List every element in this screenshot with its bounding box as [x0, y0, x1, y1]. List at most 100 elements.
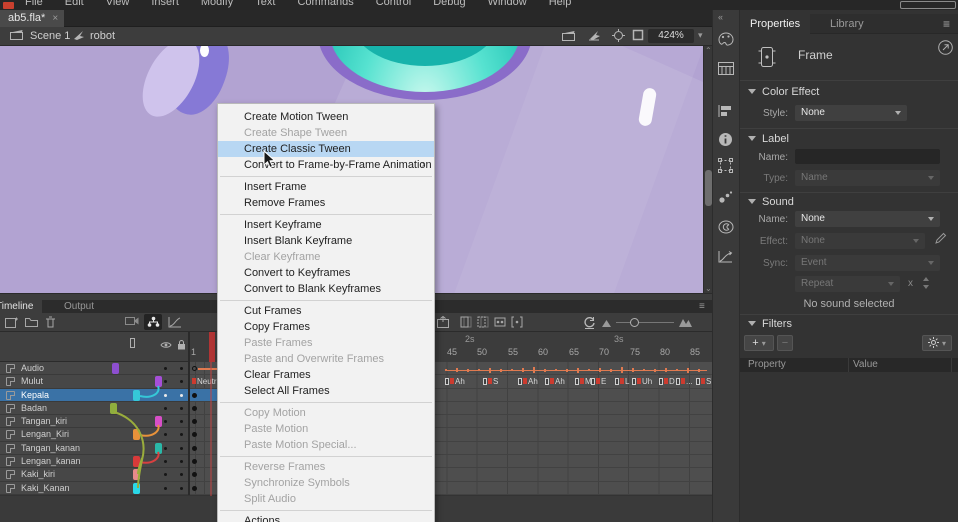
layer-row-kaki-kiri[interactable]: Kaki_kiri	[0, 468, 188, 481]
menu-control[interactable]: Control	[365, 0, 422, 8]
label-name-input[interactable]	[795, 149, 940, 164]
layer-name[interactable]: Tangan_kiri	[21, 415, 67, 428]
close-icon[interactable]: ×	[52, 13, 58, 24]
chevron-down-icon[interactable]: ▾	[698, 30, 703, 41]
tab-output[interactable]: Output	[55, 300, 103, 313]
context-menu-item-remove-frames[interactable]: Remove Frames	[218, 195, 434, 211]
circular-arrow-icon[interactable]	[938, 40, 953, 55]
scrollbar-thumb[interactable]	[705, 170, 712, 206]
search-input[interactable]	[900, 1, 956, 9]
layer-row-kepala[interactable]: Kepala	[0, 389, 188, 402]
menu-view[interactable]: View	[95, 0, 141, 8]
context-menu-item-insert-frame[interactable]: Insert Frame	[218, 179, 434, 195]
layer-row-lengan-kanan[interactable]: Lengan_kanan	[0, 455, 188, 468]
layer-parent-swatch[interactable]	[110, 403, 117, 414]
document-tab[interactable]: ab5.fla*×	[0, 10, 64, 27]
layer-visibility-dot[interactable]	[164, 380, 167, 383]
zoom-level[interactable]: 424%	[648, 29, 694, 43]
section-label[interactable]: Label	[748, 133, 789, 145]
section-color-effect[interactable]: Color Effect	[748, 86, 819, 98]
section-sound[interactable]: Sound	[748, 196, 794, 208]
timeline-zoom-slider-track[interactable]	[616, 322, 674, 323]
loop-icon[interactable]	[583, 316, 596, 329]
layer-parent-swatch[interactable]	[155, 443, 162, 454]
layer-name[interactable]: Badan	[21, 402, 47, 415]
brush-library-panel-icon[interactable]	[718, 190, 733, 204]
layer-lock-dot[interactable]	[180, 394, 183, 397]
context-menu-item-insert-keyframe[interactable]: Insert Keyframe	[218, 217, 434, 233]
context-menu-item-convert-to-blank-keyframes[interactable]: Convert to Blank Keyframes	[218, 281, 434, 297]
layer-row-tangan-kiri[interactable]: Tangan_kiri	[0, 415, 188, 428]
menu-file[interactable]: File	[14, 0, 54, 8]
edit-sound-pencil-icon[interactable]	[934, 232, 947, 245]
history-panel-icon[interactable]	[718, 250, 733, 263]
context-menu-item-convert-to-frame-by-frame-animation[interactable]: Convert to Frame-by-Frame Animation›	[218, 157, 434, 173]
menu-modify[interactable]: Modify	[190, 0, 244, 8]
context-menu-item-create-motion-tween[interactable]: Create Motion Tween	[218, 109, 434, 125]
layer-name[interactable]: Lengan_kanan	[21, 455, 81, 468]
layer-name[interactable]: Kaki_Kanan	[21, 482, 70, 495]
layer-row-audio[interactable]: Audio	[0, 362, 188, 375]
layer-visibility-dot[interactable]	[164, 433, 167, 436]
tab-timeline[interactable]: Timeline	[0, 300, 42, 313]
menu-commands[interactable]: Commands	[286, 0, 364, 8]
layer-visibility-dot[interactable]	[164, 447, 167, 450]
layer-lock-dot[interactable]	[180, 420, 183, 423]
layer-parent-swatch[interactable]	[133, 456, 140, 467]
layer-lock-dot[interactable]	[180, 367, 183, 370]
layer-visibility-dot[interactable]	[164, 367, 167, 370]
layer-name[interactable]: Audio	[21, 362, 44, 375]
onion-skin-icon[interactable]	[460, 316, 472, 328]
add-filter-button[interactable]: + ▾	[744, 335, 774, 351]
context-menu-item-copy-frames[interactable]: Copy Frames	[218, 319, 434, 335]
delete-layer-icon[interactable]	[45, 316, 56, 328]
layer-lock-dot[interactable]	[180, 407, 183, 410]
swatches-panel-icon[interactable]	[718, 62, 734, 75]
tab-library[interactable]: Library	[820, 14, 874, 34]
layer-lock-dot[interactable]	[180, 447, 183, 450]
layer-name[interactable]: Tangan_kanan	[21, 442, 80, 455]
onion-skin-outline-icon[interactable]	[477, 316, 489, 328]
context-menu-item-cut-frames[interactable]: Cut Frames	[218, 303, 434, 319]
color-panel-icon[interactable]	[718, 32, 734, 47]
section-filters[interactable]: Filters	[748, 318, 792, 330]
clip-content-icon[interactable]	[632, 29, 644, 41]
align-panel-icon[interactable]	[718, 104, 733, 118]
scroll-down-icon[interactable]: ⌄	[705, 284, 712, 293]
layer-parent-swatch[interactable]	[155, 416, 162, 427]
playhead[interactable]	[209, 332, 215, 362]
edit-symbols-icon[interactable]	[588, 29, 601, 41]
info-panel-icon[interactable]	[718, 132, 733, 147]
layer-visibility-dot[interactable]	[164, 473, 167, 476]
new-folder-icon[interactable]	[25, 316, 38, 327]
menu-debug[interactable]: Debug	[422, 0, 476, 8]
context-menu-item-create-classic-tween[interactable]: Create Classic Tween	[218, 141, 434, 157]
layer-parent-swatch[interactable]	[133, 390, 140, 401]
center-frame-icon[interactable]	[612, 29, 625, 42]
style-dropdown[interactable]: None	[795, 105, 907, 121]
filter-options-button[interactable]: ▾	[922, 335, 952, 351]
sound-name-dropdown[interactable]: None	[795, 211, 940, 227]
layer-lock-dot[interactable]	[180, 460, 183, 463]
layer-parent-swatch[interactable]	[112, 363, 119, 374]
layer-row-lengan-kiri[interactable]: Lengan_Kiri	[0, 428, 188, 441]
layer-parent-swatch[interactable]	[155, 376, 162, 387]
breadcrumb-scene[interactable]: Scene 1	[30, 30, 70, 42]
layer-row-tangan-kanan[interactable]: Tangan_kanan	[0, 442, 188, 455]
transform-panel-icon[interactable]	[718, 158, 733, 173]
menu-text[interactable]: Text	[244, 0, 286, 8]
breadcrumb-symbol[interactable]: robot	[90, 30, 115, 42]
context-menu-item-convert-to-keyframes[interactable]: Convert to Keyframes	[218, 265, 434, 281]
scroll-up-icon[interactable]: ⌃	[705, 46, 712, 55]
timeline-zoom-slider-knob[interactable]	[630, 318, 639, 327]
panel-menu-icon[interactable]: ≡	[699, 301, 705, 312]
layer-row-kaki-kanan[interactable]: Kaki_Kanan	[0, 482, 188, 495]
layer-visibility-dot[interactable]	[164, 460, 167, 463]
graph-editor-icon[interactable]	[168, 316, 182, 328]
layer-row-badan[interactable]: Badan	[0, 402, 188, 415]
layer-parent-swatch[interactable]	[133, 483, 140, 494]
layer-name[interactable]: Kaki_kiri	[21, 468, 55, 481]
new-layer-icon[interactable]	[5, 316, 18, 328]
edit-multiple-frames-icon[interactable]	[494, 316, 506, 328]
zoom-in-timeline-icon[interactable]	[679, 318, 692, 327]
